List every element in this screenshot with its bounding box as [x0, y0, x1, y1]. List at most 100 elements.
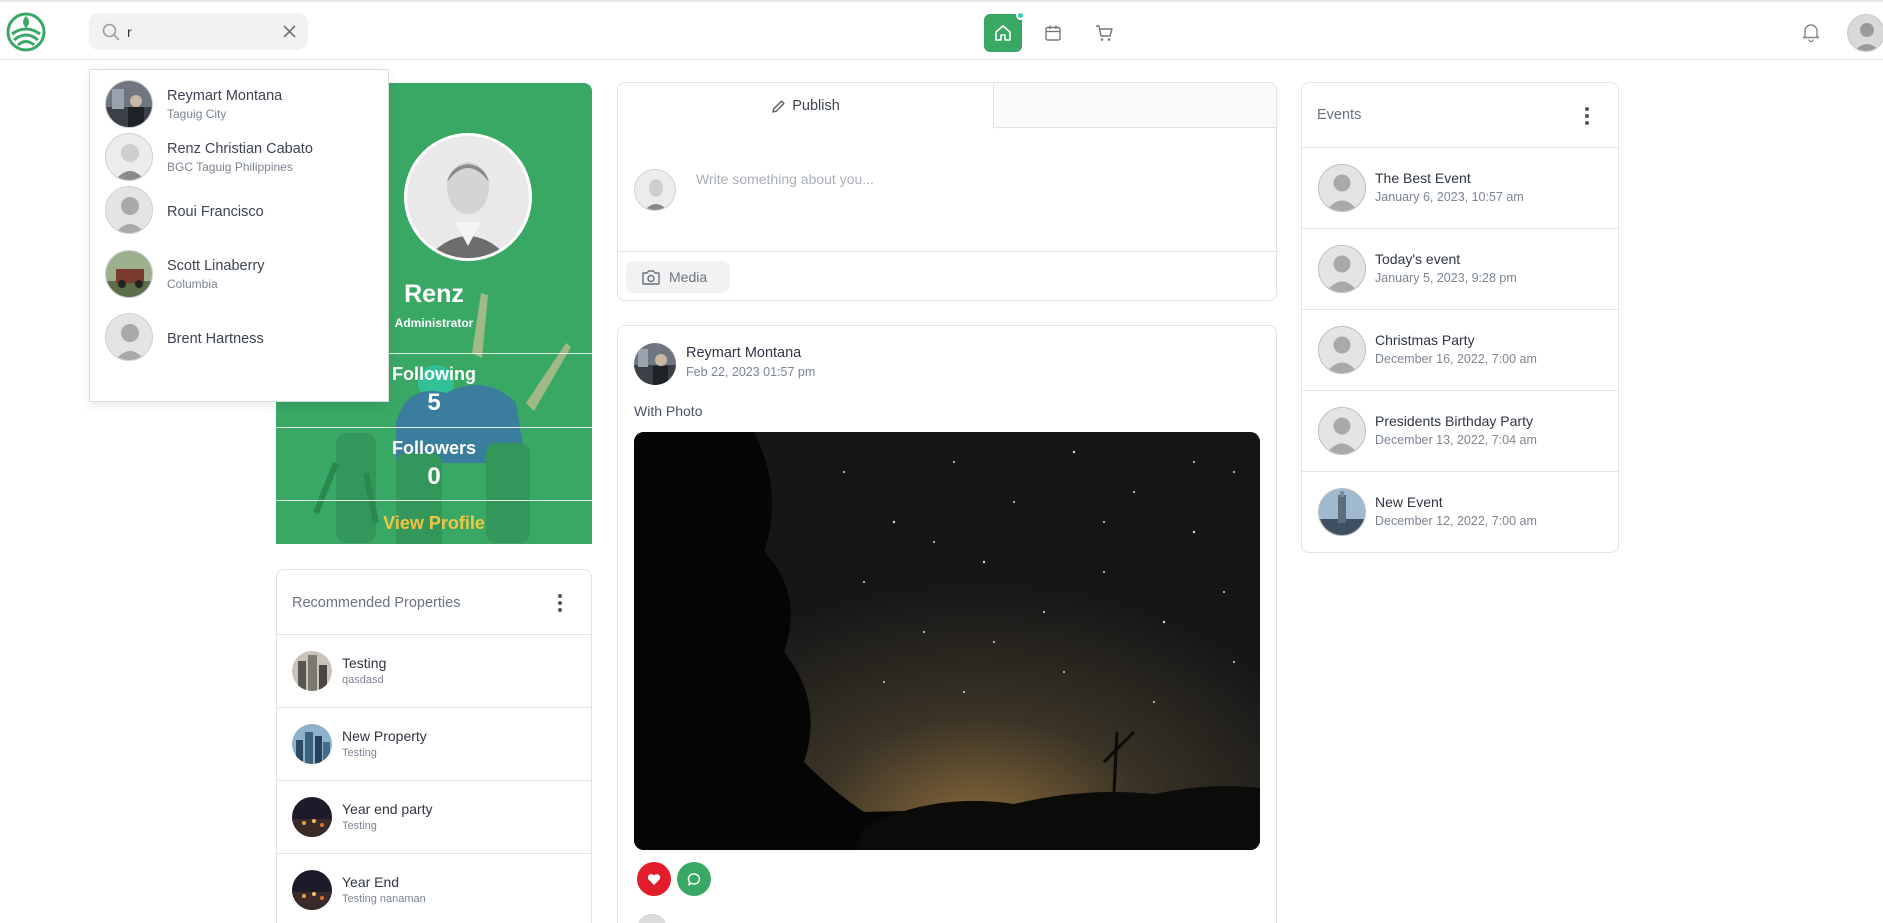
kebab-icon[interactable] — [1584, 107, 1590, 125]
event-item[interactable]: Presidents Birthday Party December 13, 2… — [1302, 391, 1618, 472]
event-date: December 16, 2022, 7:00 am — [1375, 352, 1537, 366]
comment-button[interactable] — [677, 862, 711, 896]
card-title: Recommended Properties — [292, 595, 461, 611]
post-text: With Photo — [634, 403, 703, 419]
event-name: New Event — [1375, 494, 1443, 510]
avatar — [105, 80, 153, 128]
search-result-name: Renz Christian Cabato — [167, 141, 313, 157]
event-avatar — [1318, 326, 1366, 374]
search-result-name: Reymart Montana — [167, 88, 283, 104]
search-result-name: Scott Linaberry — [167, 258, 265, 274]
followers-stat[interactable]: Followers 0 — [276, 427, 592, 501]
close-icon[interactable] — [281, 23, 298, 40]
card-header: Recommended Properties — [277, 570, 591, 635]
property-item[interactable]: New Property Testing — [277, 708, 591, 781]
search-result-name: Brent Hartness — [167, 331, 264, 347]
event-avatar — [1318, 245, 1366, 293]
recommended-properties-card: Recommended Properties Testing qasdasd N… — [276, 569, 592, 923]
event-date: December 12, 2022, 7:00 am — [1375, 514, 1537, 528]
property-subtitle: qasdasd — [342, 674, 384, 686]
property-name: Year end party — [342, 801, 433, 817]
cart-icon — [1096, 25, 1113, 41]
nav-cart-button[interactable] — [1085, 14, 1123, 52]
media-button[interactable]: Media — [626, 261, 730, 293]
property-subtitle: Testing nanaman — [342, 893, 426, 905]
property-name: Testing — [342, 655, 387, 671]
composer-tabs: Publish — [618, 83, 1276, 129]
search-result-item[interactable]: Roui Francisco — [90, 176, 388, 236]
event-date: January 5, 2023, 9:28 pm — [1375, 271, 1517, 285]
media-label: Media — [669, 269, 708, 285]
pencil-icon — [772, 99, 785, 113]
property-name: New Property — [342, 728, 427, 744]
search-result-location: BGC Taguig Philippines — [167, 160, 293, 174]
post-timestamp: Feb 22, 2023 01:57 pm — [686, 365, 816, 379]
event-item[interactable]: The Best Event January 6, 2023, 10:57 am — [1302, 148, 1618, 229]
event-avatar — [1318, 488, 1366, 536]
kebab-icon[interactable] — [557, 594, 563, 612]
nav-calendar-button[interactable] — [1034, 14, 1072, 52]
view-profile-link[interactable]: View Profile — [276, 500, 592, 544]
top-navbar — [0, 0, 1883, 60]
feed-post: Reymart Montana Feb 22, 2023 01:57 pm Wi… — [617, 325, 1277, 923]
avatar — [637, 914, 667, 923]
followers-count: 0 — [427, 463, 441, 490]
search-result-location: Taguig City — [167, 107, 227, 121]
property-subtitle: Testing — [342, 820, 377, 832]
notification-dot — [1016, 11, 1025, 20]
calendar-icon — [1045, 25, 1061, 41]
search-result-item[interactable]: Brent Hartness — [90, 303, 388, 363]
property-thumbnail — [292, 724, 332, 764]
profile-picture[interactable] — [404, 133, 532, 261]
events-card: Events The Best Event January 6, 2023, 1… — [1301, 82, 1619, 553]
property-thumbnail — [292, 797, 332, 837]
home-icon — [995, 25, 1011, 41]
event-item[interactable]: New Event December 12, 2022, 7:00 am — [1302, 472, 1618, 552]
avatar — [105, 186, 153, 234]
event-name: Presidents Birthday Party — [1375, 413, 1533, 429]
followers-label: Followers — [391, 438, 476, 458]
user-avatar[interactable] — [1847, 14, 1883, 52]
like-button[interactable] — [637, 862, 671, 896]
post-textarea[interactable] — [696, 171, 1256, 231]
search-box — [89, 13, 308, 50]
property-subtitle: Testing — [342, 747, 377, 759]
tab-publish[interactable]: Publish — [618, 83, 994, 129]
avatar — [105, 250, 153, 298]
search-result-item[interactable]: Scott Linaberry Columbia — [90, 240, 388, 300]
tab-publish-label: Publish — [792, 98, 840, 114]
property-item[interactable]: Testing qasdasd — [277, 635, 591, 708]
nav-home-button[interactable] — [984, 11, 1025, 52]
event-date: December 13, 2022, 7:04 am — [1375, 433, 1537, 447]
search-results-dropdown: Reymart Montana Taguig City Renz Christi… — [89, 69, 389, 402]
event-item[interactable]: Christmas Party December 16, 2022, 7:00 … — [1302, 310, 1618, 391]
post-photo[interactable] — [634, 432, 1260, 850]
card-title: Events — [1317, 107, 1362, 123]
card-header: Events — [1302, 83, 1618, 148]
heart-icon — [647, 873, 661, 885]
bell-icon[interactable] — [1800, 21, 1822, 43]
avatar — [105, 133, 153, 181]
composer-footer: Media — [618, 251, 1276, 300]
search-result-item[interactable]: Reymart Montana Taguig City — [90, 70, 388, 130]
post-author-avatar[interactable] — [634, 343, 676, 385]
composer-avatar — [634, 169, 676, 211]
person-icon — [1854, 23, 1880, 51]
post-author-name[interactable]: Reymart Montana — [686, 345, 801, 361]
search-result-item[interactable]: Renz Christian Cabato BGC Taguig Philipp… — [90, 123, 388, 183]
comment-icon — [687, 872, 700, 886]
event-item[interactable]: Today's event January 5, 2023, 9:28 pm — [1302, 229, 1618, 310]
event-name: The Best Event — [1375, 170, 1471, 186]
search-input[interactable] — [127, 21, 267, 43]
property-item[interactable]: Year end party Testing — [277, 781, 591, 854]
event-name: Christmas Party — [1375, 332, 1475, 348]
property-thumbnail — [292, 651, 332, 691]
avatar — [105, 313, 153, 361]
post-composer: Publish Media — [617, 82, 1277, 301]
search-result-location: Columbia — [167, 277, 218, 291]
property-item[interactable]: Year End Testing nanaman — [277, 854, 591, 923]
property-thumbnail — [292, 870, 332, 910]
search-icon — [102, 23, 120, 41]
logo-icon[interactable] — [6, 12, 46, 52]
property-name: Year End — [342, 874, 400, 890]
